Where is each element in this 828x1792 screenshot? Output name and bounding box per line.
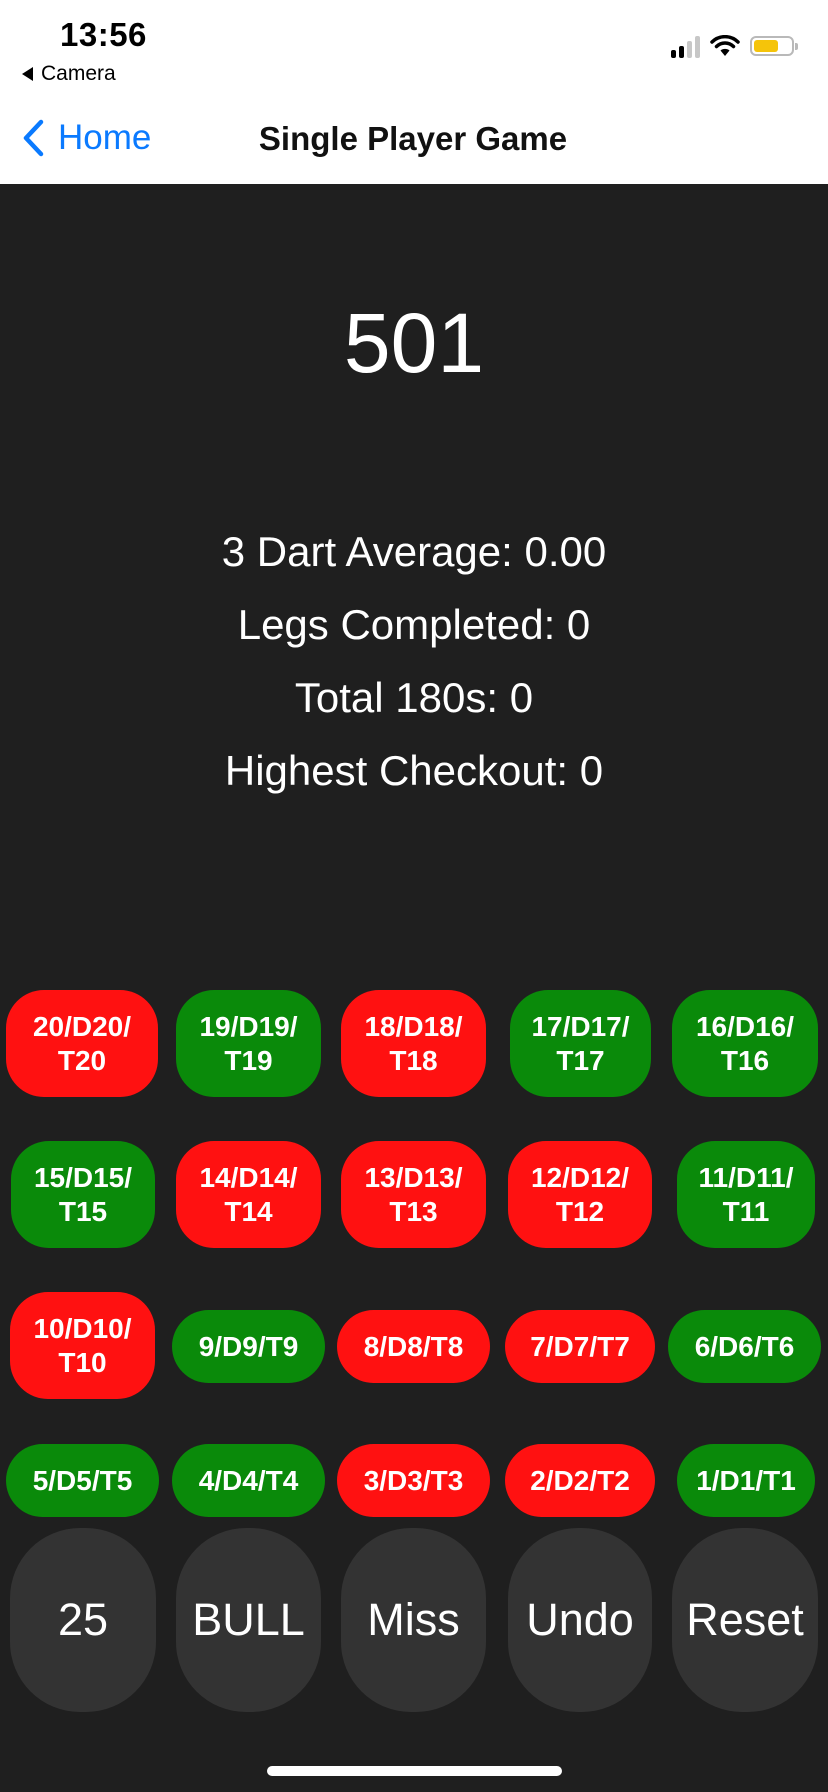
- status-icons: [671, 34, 798, 58]
- battery-icon: [750, 36, 798, 56]
- score-button-5[interactable]: 5/D5/T5: [6, 1444, 159, 1517]
- score-button-7[interactable]: 7/D7/T7: [505, 1310, 655, 1383]
- score-button-17[interactable]: 17/D17/ T17: [510, 990, 651, 1097]
- reset-button[interactable]: Reset: [672, 1528, 818, 1712]
- score-button-20[interactable]: 20/D20/ T20: [6, 990, 158, 1097]
- page-title: Single Player Game: [258, 120, 568, 157]
- highest-checkout: Highest Checkout: 0: [224, 747, 604, 794]
- three-dart-average: 3 Dart Average: 0.00: [221, 528, 607, 575]
- cellular-signal-icon: [671, 34, 700, 58]
- outer-bull-25-button[interactable]: 25: [10, 1528, 156, 1712]
- score-button-13[interactable]: 13/D13/ T13: [341, 1141, 486, 1248]
- remaining-score: 501: [343, 296, 485, 390]
- score-button-6[interactable]: 6/D6/T6: [668, 1310, 821, 1383]
- back-app-label: Camera: [41, 62, 116, 85]
- score-button-18[interactable]: 18/D18/ T18: [341, 990, 486, 1097]
- score-button-14[interactable]: 14/D14/ T14: [176, 1141, 321, 1248]
- undo-button[interactable]: Undo: [508, 1528, 652, 1712]
- score-button-3[interactable]: 3/D3/T3: [337, 1444, 490, 1517]
- back-triangle-icon: [22, 67, 33, 81]
- score-button-1[interactable]: 1/D1/T1: [677, 1444, 815, 1517]
- stats-panel: 3 Dart Average: 0.00 Legs Completed: 0 T…: [0, 515, 828, 807]
- score-button-11[interactable]: 11/D11/ T11: [677, 1141, 815, 1248]
- back-to-app-link[interactable]: Camera: [22, 62, 116, 86]
- score-button-4[interactable]: 4/D4/T4: [172, 1444, 325, 1517]
- home-indicator[interactable]: [267, 1766, 562, 1776]
- score-button-9[interactable]: 9/D9/T9: [172, 1310, 325, 1383]
- score-button-19[interactable]: 19/D19/ T19: [176, 990, 321, 1097]
- legs-completed: Legs Completed: 0: [237, 601, 591, 648]
- wifi-icon: [710, 35, 740, 56]
- total-180s: Total 180s: 0: [294, 674, 534, 721]
- score-button-12[interactable]: 12/D12/ T12: [508, 1141, 652, 1248]
- top-bar: 13:56 Camera Home Single Player Game: [0, 0, 828, 184]
- bull-button[interactable]: BULL: [176, 1528, 321, 1712]
- status-time: 13:56: [60, 16, 147, 53]
- miss-button[interactable]: Miss: [341, 1528, 486, 1712]
- score-button-2[interactable]: 2/D2/T2: [505, 1444, 655, 1517]
- score-button-8[interactable]: 8/D8/T8: [337, 1310, 490, 1383]
- score-button-16[interactable]: 16/D16/ T16: [672, 990, 818, 1097]
- score-button-10[interactable]: 10/D10/ T10: [10, 1292, 155, 1399]
- score-button-15[interactable]: 15/D15/ T15: [11, 1141, 155, 1248]
